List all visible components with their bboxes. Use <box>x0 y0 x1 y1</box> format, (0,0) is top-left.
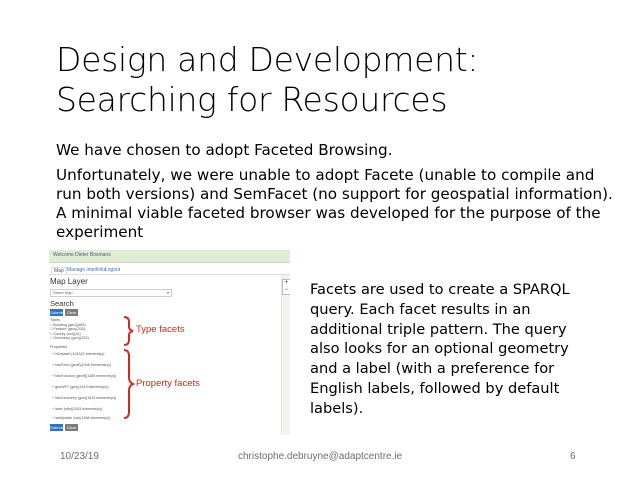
footer-page-number: 6 <box>570 451 576 462</box>
clear-button-bottom[interactable]: Clear <box>65 424 78 431</box>
property-item[interactable]: + geoWKT (geo)(1519 elements(s)) <box>52 385 109 389</box>
tab-logout[interactable]: Logout <box>105 267 120 273</box>
property-item[interactable]: + label (rdfs)(2053 elements(s)) <box>52 407 102 411</box>
property-item[interactable]: + hasForm (geoff)(1048 elements(s)) <box>52 363 111 367</box>
search-heading: Search <box>50 299 74 308</box>
layer-select-value: Street Map <box>53 290 73 295</box>
type-facets-label: Type facets <box>136 324 185 335</box>
app-title: Welcome Dieter Bosmans <box>53 252 111 258</box>
submit-button-bottom[interactable]: Submit <box>50 424 63 431</box>
paragraph-details: Unfortunately, we were unable to adopt F… <box>56 166 613 241</box>
zoom-out-button[interactable]: − <box>283 287 290 294</box>
app-header-bar: Welcome Dieter Bosmans <box>49 250 290 263</box>
tab-manage-interlinks[interactable]: Manage interlinks <box>67 267 106 273</box>
chevron-down-icon: ▾ <box>166 290 169 295</box>
footer-date: 10/23/19 <box>60 451 99 462</box>
slide-title: Design and Development: Searching for Re… <box>56 40 616 120</box>
zoom-in-button[interactable]: + <box>283 280 290 287</box>
type-item[interactable]: □ Geometry (geo)(322) <box>50 336 89 341</box>
slide-body: We have chosen to adopt Faceted Browsing… <box>56 141 616 248</box>
paragraph-intro: We have chosen to adopt Faceted Browsing… <box>56 141 393 159</box>
properties-header: Properties <box>50 345 68 349</box>
title-line-1: Design and Development: <box>56 40 479 79</box>
property-item[interactable]: + hasGeometry (geo)(1519 elements(s)) <box>52 396 116 400</box>
property-facets-label: Property facets <box>136 378 200 389</box>
title-line-2: Searching for Resources <box>56 80 448 119</box>
footer-email: christophe.debruyne@adaptcentre.ie <box>238 451 403 462</box>
faceted-browser-screenshot: Welcome Dieter Bosmans Map Manage interl… <box>49 250 290 435</box>
map-layer-heading: Map Layer <box>50 277 88 286</box>
tab-map[interactable]: Map <box>51 267 67 274</box>
property-item[interactable]: + inDataset (1043)/1 elements(s) <box>52 352 104 356</box>
app-tabs: Map Manage interlinks Logout <box>49 266 290 275</box>
property-item[interactable]: + lastUpdate (osi)(1468 elements(s)) <box>52 416 110 420</box>
facets-explanation: Facets are used to create a SPARQL query… <box>310 281 570 417</box>
zoom-control: + − <box>282 279 290 295</box>
clear-button-top[interactable]: Clear <box>65 309 78 316</box>
layer-select[interactable]: Street Map ▾ <box>50 289 172 297</box>
submit-button-top[interactable]: Submit <box>50 309 63 316</box>
type-facets-list: Types □ Building (geo)(489) □ Feature (g… <box>50 318 89 341</box>
map-view[interactable] <box>281 275 290 435</box>
property-item[interactable]: + hasFunction (geoff)(1485 elements(s)) <box>52 374 116 378</box>
